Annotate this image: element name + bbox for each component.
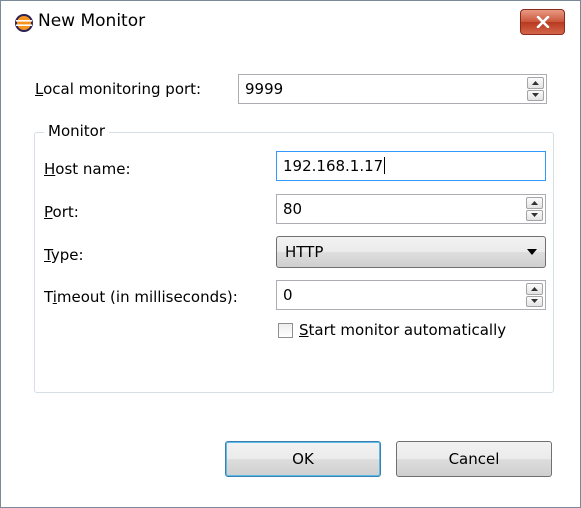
text-caret [384,157,386,174]
cancel-button[interactable]: Cancel [396,441,552,477]
timeout-spinner [526,283,543,307]
port-spinner [526,197,543,221]
type-selected-value: HTTP [285,243,324,261]
port-value: 80 [283,200,303,218]
local-port-input[interactable]: 9999 [238,74,547,104]
arrow-down-icon [531,213,538,218]
port-input[interactable]: 80 [276,194,546,224]
local-port-spinner [527,77,544,101]
close-button[interactable] [520,9,565,35]
chevron-down-icon [527,249,537,255]
spin-up-button[interactable] [527,77,544,89]
arrow-up-icon [531,200,538,205]
host-name-label: Host name: [44,160,131,178]
spin-up-button[interactable] [526,283,543,295]
arrow-up-icon [532,80,539,85]
timeout-label: Timeout (in milliseconds): [44,288,238,306]
dialog-window: New Monitor Local monitoring port: 9999 … [0,0,581,508]
close-icon [536,16,549,28]
timeout-input[interactable]: 0 [276,280,546,310]
arrow-up-icon [531,286,538,291]
timeout-value: 0 [283,286,293,304]
type-label: Type: [44,246,84,264]
host-name-value: 192.168.1.17 [283,157,384,175]
type-dropdown[interactable]: HTTP [276,236,546,268]
auto-start-checkbox[interactable] [278,323,293,338]
spin-down-button[interactable] [526,295,543,307]
spin-down-button[interactable] [527,89,544,101]
spin-down-button[interactable] [526,209,543,221]
title-bar[interactable]: New Monitor [2,2,579,43]
ok-button[interactable]: OK [225,441,381,477]
arrow-down-icon [532,93,539,98]
eclipse-icon [15,14,33,32]
monitor-group-title: Monitor [44,122,110,140]
auto-start-label[interactable]: Start monitor automatically [299,321,506,339]
dialog-content: Local monitoring port: 9999 Monitor Host… [9,43,573,498]
host-name-input[interactable]: 192.168.1.17 [276,151,546,181]
local-port-value: 9999 [245,80,284,98]
arrow-down-icon [531,299,538,304]
spin-up-button[interactable] [526,197,543,209]
window-title: New Monitor [38,11,146,31]
local-port-label: Local monitoring port: [35,80,202,98]
port-label: Port: [44,203,79,221]
